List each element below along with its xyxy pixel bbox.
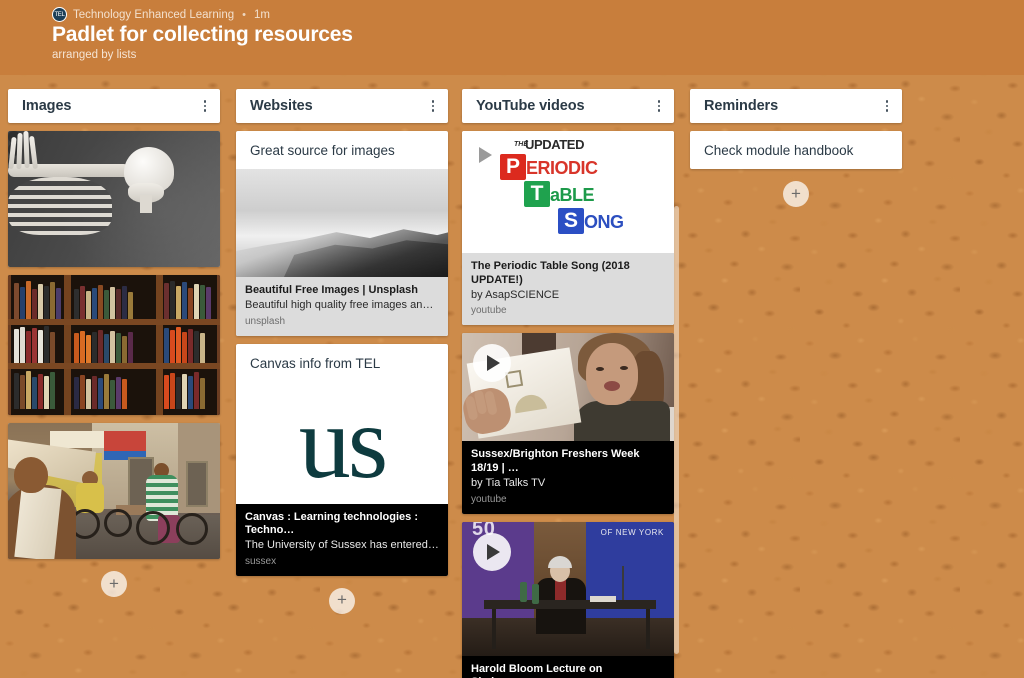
board-canvas[interactable]: Images + Websites Great source for image… [0, 75, 1024, 678]
column-title: Reminders [704, 98, 779, 114]
us-logo-text: us [298, 384, 389, 500]
column-header[interactable]: Reminders [690, 89, 902, 123]
column-reminders: Reminders Check module handbook [690, 89, 902, 207]
post-card[interactable]: Check module handbook [690, 131, 902, 169]
thumbnail-text-updated: UPDATED [525, 137, 585, 152]
periodic-table-thumbnail: THE UPDATED P ERIODIC T aBLE S ONG [462, 131, 674, 253]
skeleton-photo [8, 131, 220, 267]
column-websites: Websites Great source for images Beautif… [236, 89, 448, 614]
sussex-logo-image: us [236, 381, 448, 504]
play-icon[interactable] [473, 344, 511, 383]
post-title: Canvas info from TEL [250, 355, 381, 371]
bookshelf-photo [8, 275, 220, 415]
link-title: Beautiful Free Images | Unsplash [245, 284, 419, 296]
thumbnail-text-of-new-york: OF NEW YORK [600, 527, 664, 537]
freshers-vlog-thumbnail [462, 333, 674, 442]
post-title: Check module handbook [704, 143, 854, 158]
video-title: The Periodic Table Song (2018 UPDATE!) [471, 260, 630, 286]
link-source: sussex [245, 555, 277, 567]
column-title: Websites [250, 98, 313, 114]
post-card[interactable]: Sussex/Brighton Freshers Week 18/19 | … … [462, 333, 674, 514]
link-preview[interactable]: Beautiful Free Images | Unsplash Beautif… [236, 277, 448, 336]
author-name[interactable]: Technology Enhanced Learning [73, 9, 234, 21]
column-scrollbar[interactable] [674, 206, 679, 654]
column-images: Images [8, 89, 220, 597]
thumbnail-text-eriodic: ERIODIC [526, 158, 598, 178]
letter-block-t: T [524, 181, 550, 207]
street-scene-photo [8, 423, 220, 559]
post-card[interactable]: Great source for images Beautiful Free I… [236, 131, 448, 336]
lecture-thumbnail: 50 OF NEW YORK [462, 521, 674, 656]
column-youtube-videos: YouTube videos THE UPDATED P ERIODIC T a… [462, 89, 674, 678]
column-posts: THE UPDATED P ERIODIC T aBLE S ONG The P… [462, 131, 674, 678]
post-card[interactable] [8, 423, 220, 559]
column-posts: Check module handbook [690, 131, 902, 169]
link-description: Beautiful high quality free images and p… [245, 298, 439, 311]
link-source: unsplash [245, 315, 286, 327]
link-description: The University of Sussex has entered int… [245, 539, 439, 551]
column-posts: Great source for images Beautiful Free I… [236, 131, 448, 576]
play-icon[interactable] [473, 532, 511, 571]
post-card[interactable]: Canvas info from TEL us Canvas : Learnin… [236, 343, 448, 576]
column-menu-icon[interactable] [880, 98, 894, 114]
page-title: Padlet for collecting resources [52, 23, 353, 46]
column-posts [8, 131, 220, 559]
link-preview[interactable]: Sussex/Brighton Freshers Week 18/19 | … … [462, 441, 674, 514]
column-menu-icon[interactable] [198, 98, 212, 114]
avatar[interactable]: TEL [52, 7, 67, 22]
link-preview[interactable]: Harold Bloom Lecture on Shakespeare [462, 655, 674, 678]
post-title: Great source for images [250, 143, 395, 158]
add-post-button[interactable] [101, 571, 127, 597]
page-subtitle: arranged by lists [52, 49, 137, 61]
column-header[interactable]: Websites [236, 89, 448, 123]
video-source: youtube [471, 493, 507, 505]
column-menu-icon[interactable] [426, 98, 440, 114]
add-post-button[interactable] [783, 181, 809, 207]
video-title: Harold Bloom Lecture on Shakespeare [471, 662, 603, 678]
letter-block-p: P [500, 154, 526, 180]
post-card[interactable]: 50 OF NEW YORK Harold Bloom Lecture on [462, 521, 674, 678]
mountain-preview-image [236, 169, 448, 277]
post-card[interactable]: THE UPDATED P ERIODIC T aBLE S ONG The P… [462, 131, 674, 326]
thumbnail-text-able: aBLE [550, 185, 595, 205]
post-card[interactable] [8, 275, 220, 415]
timestamp: 1m [253, 8, 270, 21]
link-title: Canvas : Learning technologies : Techno… [245, 510, 418, 537]
play-icon[interactable] [479, 147, 492, 163]
column-title: YouTube videos [476, 98, 585, 114]
meta-separator: • [242, 8, 246, 21]
post-card[interactable] [8, 131, 220, 267]
letter-block-s: S [558, 208, 584, 234]
column-header[interactable]: Images [8, 89, 220, 123]
link-preview[interactable]: The Periodic Table Song (2018 UPDATE!) b… [462, 253, 674, 326]
thumbnail-text-ong: ONG [584, 212, 624, 232]
add-post-button[interactable] [329, 587, 355, 614]
padlet-header: TEL Technology Enhanced Learning • 1m Pa… [0, 0, 1024, 75]
column-title: Images [22, 98, 72, 114]
header-meta: TEL Technology Enhanced Learning • 1m [52, 7, 270, 22]
link-preview[interactable]: Canvas : Learning technologies : Techno…… [236, 503, 448, 576]
video-channel: by Tia Talks TV [471, 476, 546, 489]
column-menu-icon[interactable] [652, 98, 666, 114]
video-title: Sussex/Brighton Freshers Week 18/19 | … [471, 448, 640, 474]
video-channel: by AsapSCIENCE [471, 288, 560, 301]
video-source: youtube [471, 305, 507, 317]
column-header[interactable]: YouTube videos [462, 89, 674, 123]
